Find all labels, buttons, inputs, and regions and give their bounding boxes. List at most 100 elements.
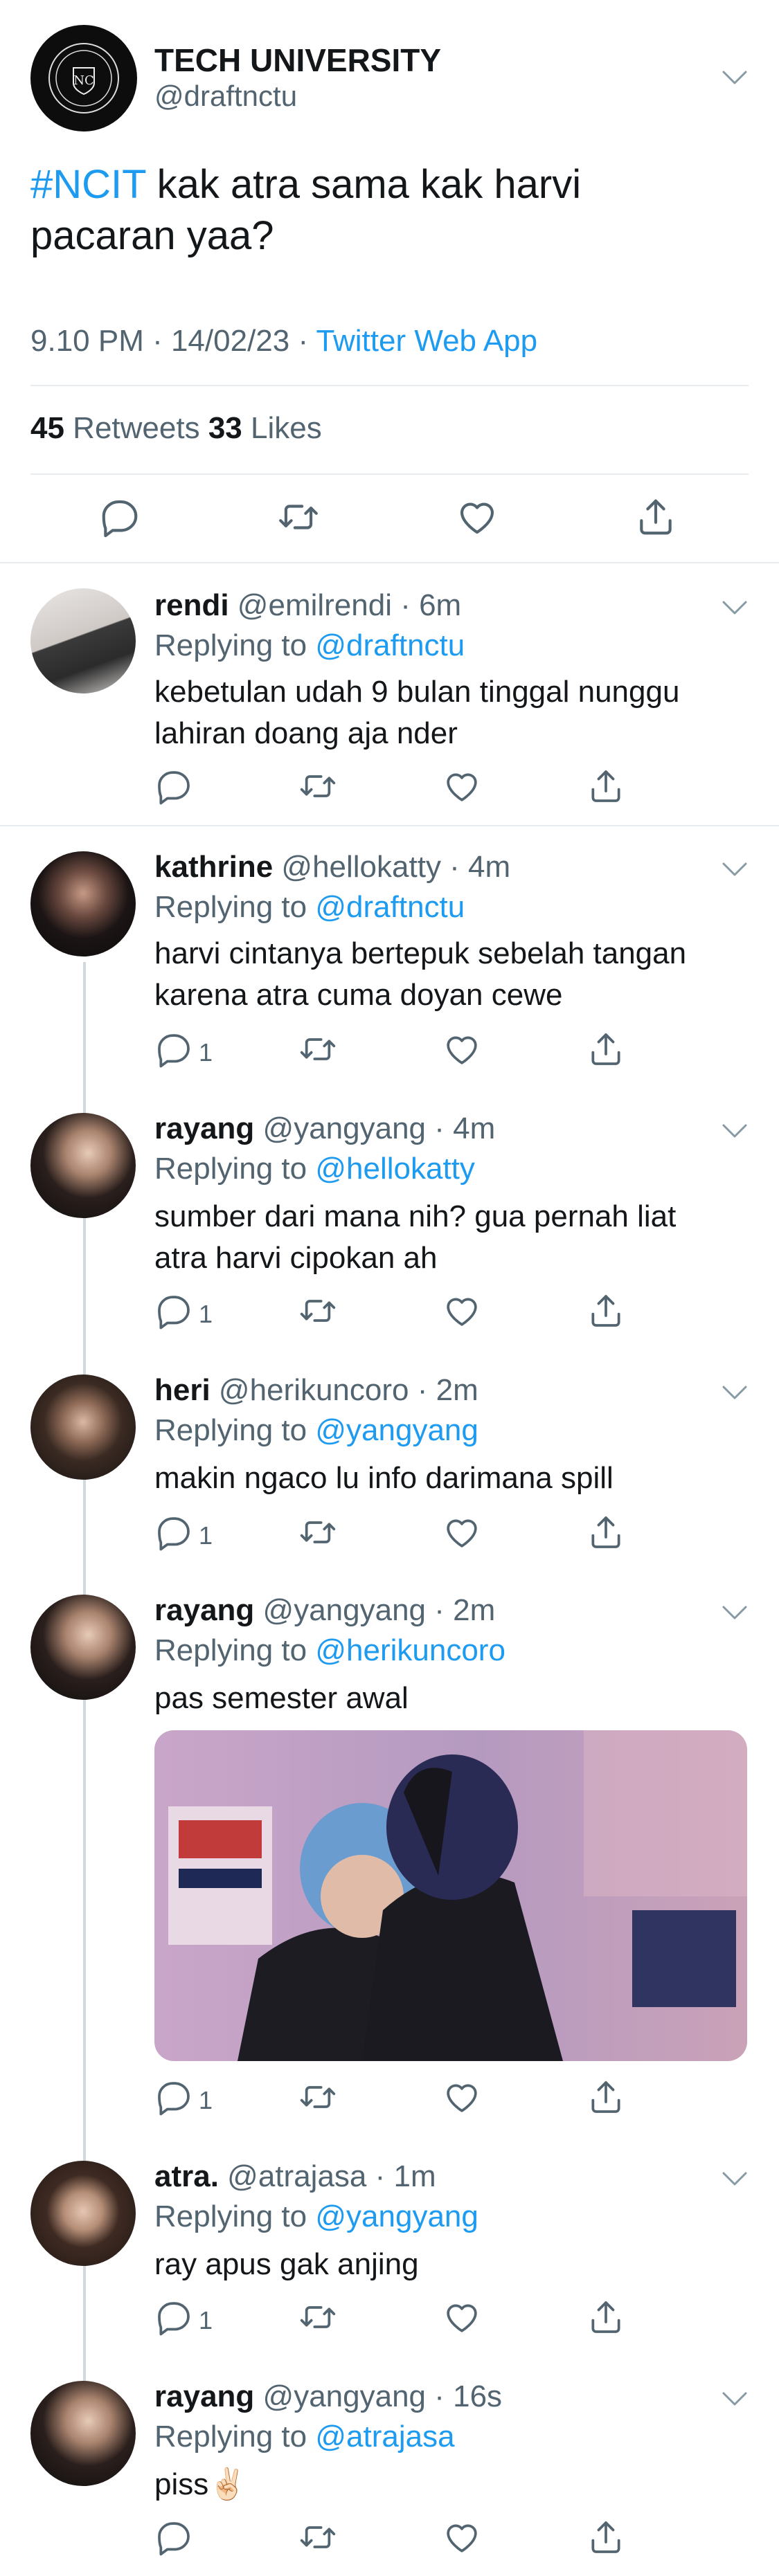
reply-button[interactable]: 1 (154, 1291, 213, 1333)
reply-handle-time[interactable]: @yangyang · 2m (254, 1593, 496, 1627)
reply-icon[interactable] (154, 1513, 193, 1552)
reply-icon[interactable] (154, 2078, 193, 2116)
retweet-icon[interactable] (298, 1030, 337, 1069)
like-button[interactable] (442, 767, 481, 808)
like-icon[interactable] (442, 1513, 481, 1552)
retweet-button[interactable] (298, 1030, 337, 1071)
share-button[interactable] (587, 2518, 625, 2559)
like-icon[interactable] (442, 1291, 481, 1330)
retweet-icon[interactable] (298, 1513, 337, 1552)
share-button[interactable] (587, 767, 625, 808)
account-avatar[interactable]: NC (30, 25, 137, 131)
reply-icon[interactable] (154, 1291, 193, 1330)
avatar[interactable] (30, 1375, 136, 1480)
like-button[interactable] (442, 2078, 481, 2119)
replying-to-handle[interactable]: @atrajasa (315, 2420, 454, 2453)
like-button[interactable] (442, 2298, 481, 2339)
share-icon[interactable] (587, 2298, 625, 2337)
share-icon[interactable] (587, 767, 625, 806)
retweet-icon[interactable] (298, 2078, 337, 2116)
retweet-icon[interactable] (277, 496, 320, 538)
reply-author-name[interactable]: atra. (154, 2159, 219, 2193)
share-icon[interactable] (587, 2078, 625, 2116)
tweet-source-link[interactable]: Twitter Web App (316, 324, 538, 358)
reply-author-name[interactable]: heri (154, 1373, 211, 1407)
reply-button[interactable]: 1 (154, 2078, 213, 2119)
replying-to-handle[interactable]: @draftnctu (315, 628, 465, 662)
reply-handle-time[interactable]: @emilrendi · 6m (229, 588, 461, 622)
share-icon[interactable] (587, 1030, 625, 1069)
like-icon[interactable] (442, 2518, 481, 2557)
retweet-icon[interactable] (298, 2518, 337, 2557)
like-button[interactable] (442, 2518, 481, 2559)
reply-button[interactable]: 1 (154, 1030, 213, 1071)
retweet-button[interactable] (298, 767, 337, 808)
reply-icon[interactable] (154, 2298, 193, 2337)
reply-icon[interactable] (154, 1030, 193, 1069)
reply-button[interactable]: 1 (154, 2298, 213, 2339)
reply-button[interactable] (154, 767, 193, 808)
like-icon[interactable] (456, 496, 499, 538)
like-button[interactable] (442, 1513, 481, 1554)
avatar[interactable] (30, 2161, 136, 2266)
chevron-down-icon[interactable] (721, 1604, 749, 1621)
share-button[interactable] (587, 1513, 625, 1554)
reply-handle-time[interactable]: @herikuncoro · 2m (211, 1373, 478, 1407)
reply-author-name[interactable]: rendi (154, 588, 229, 622)
retweet-button[interactable] (298, 1513, 337, 1554)
reply-author-name[interactable]: rayang (154, 2379, 254, 2413)
replying-to-handle[interactable]: @herikuncoro (315, 1633, 505, 1667)
like-button[interactable] (442, 1291, 481, 1333)
reply-photo[interactable] (154, 1730, 747, 2061)
like-icon[interactable] (442, 2078, 481, 2116)
hashtag-link[interactable]: #NCIT (30, 162, 146, 207)
reply-icon[interactable] (98, 496, 141, 538)
share-icon[interactable] (634, 496, 677, 538)
avatar[interactable] (30, 588, 136, 693)
avatar[interactable] (30, 2381, 136, 2486)
share-button[interactable] (587, 1030, 625, 1071)
like-icon[interactable] (442, 2298, 481, 2337)
share-icon[interactable] (587, 1291, 625, 1330)
avatar[interactable] (30, 1595, 136, 1700)
account-name[interactable]: TECH UNIVERSITY (154, 42, 441, 79)
reply-icon[interactable] (154, 767, 193, 806)
share-button[interactable] (587, 2298, 625, 2339)
chevron-down-icon[interactable] (721, 1123, 749, 1139)
like-icon[interactable] (442, 767, 481, 806)
chevron-down-icon[interactable] (721, 1384, 749, 1401)
retweet-icon[interactable] (298, 767, 337, 806)
like-count[interactable]: 33 (208, 411, 242, 445)
account-handle[interactable]: @draftnctu (154, 80, 297, 113)
reply-button[interactable] (154, 2518, 193, 2559)
retweet-count[interactable]: 45 (30, 411, 64, 445)
reply-handle-time[interactable]: @hellokatty · 4m (273, 850, 510, 884)
share-icon[interactable] (587, 2518, 625, 2557)
retweet-button[interactable] (298, 2518, 337, 2559)
retweet-icon[interactable] (298, 2298, 337, 2337)
reply-handle-time[interactable]: @yangyang · 16s (254, 2379, 503, 2413)
reply-handle-time[interactable]: @yangyang · 4m (254, 1112, 496, 1145)
replying-to-handle[interactable]: @yangyang (315, 2199, 478, 2233)
chevron-down-icon[interactable] (721, 2170, 749, 2187)
share-button[interactable] (587, 2078, 625, 2119)
avatar[interactable] (30, 851, 136, 956)
replying-to-handle[interactable]: @hellokatty (315, 1152, 475, 1186)
reply-icon[interactable] (154, 2518, 193, 2557)
reply-handle-time[interactable]: @atrajasa · 1m (219, 2159, 436, 2193)
like-button[interactable] (442, 1030, 481, 1071)
avatar[interactable] (30, 1113, 136, 1218)
reply-author-name[interactable]: kathrine (154, 850, 273, 884)
share-button[interactable] (587, 1291, 625, 1333)
replying-to-handle[interactable]: @yangyang (315, 1413, 478, 1447)
chevron-down-icon[interactable] (721, 69, 749, 86)
chevron-down-icon[interactable] (721, 599, 749, 616)
chevron-down-icon[interactable] (721, 2391, 749, 2407)
retweet-icon[interactable] (298, 1291, 337, 1330)
reply-button[interactable]: 1 (154, 1513, 213, 1554)
retweets-label[interactable]: Retweets (64, 411, 208, 445)
reply-author-name[interactable]: rayang (154, 1593, 254, 1627)
likes-label[interactable]: Likes (242, 411, 322, 445)
retweet-button[interactable] (298, 2078, 337, 2119)
replying-to-handle[interactable]: @draftnctu (315, 890, 465, 924)
